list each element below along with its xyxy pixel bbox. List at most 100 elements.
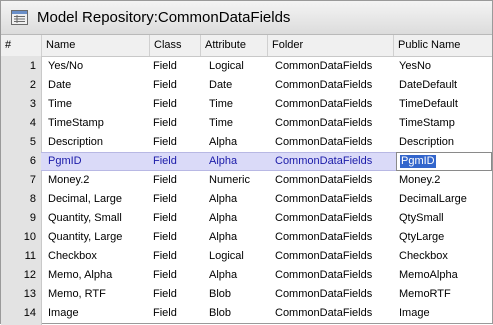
row-number: 13 bbox=[23, 288, 36, 300]
cell-attribute[interactable]: Time bbox=[209, 95, 233, 114]
cell-name[interactable]: Checkbox bbox=[48, 247, 97, 266]
row-number: 8 bbox=[29, 193, 36, 205]
cell-folder[interactable]: CommonDataFields bbox=[275, 228, 372, 247]
cell-public-name[interactable]: DateDefault bbox=[399, 76, 457, 95]
table-row[interactable]: 12 Memo, Alpha Field Alpha CommonDataFields M… bbox=[1, 266, 492, 285]
table-row[interactable]: 13 Memo, RTF Field Blob CommonDataFields Memo… bbox=[1, 285, 492, 304]
cell-folder[interactable]: CommonDataFields bbox=[275, 152, 372, 171]
cell-name[interactable]: Money.2 bbox=[48, 171, 89, 190]
cell-name[interactable]: Date bbox=[48, 76, 71, 95]
cell-class[interactable]: Field bbox=[153, 133, 177, 152]
table-row[interactable]: 4 TimeStamp Field Time CommonDataFields TimeS… bbox=[1, 114, 492, 133]
row-number: 14 bbox=[23, 307, 36, 319]
cell-class[interactable]: Field bbox=[153, 285, 177, 304]
cell-class[interactable]: Field bbox=[153, 228, 177, 247]
cell-name[interactable]: Quantity, Small bbox=[48, 209, 122, 228]
table-row[interactable]: 14 Image Field Blob CommonDataFields Image bbox=[1, 304, 492, 323]
cell-class[interactable]: Field bbox=[153, 114, 177, 133]
cell-class[interactable]: Field bbox=[153, 76, 177, 95]
cell-folder[interactable]: CommonDataFields bbox=[275, 190, 372, 209]
repository-icon bbox=[11, 10, 28, 25]
row-number: 10 bbox=[23, 231, 36, 243]
repository-window: Model Repository:CommonDataFields # Name… bbox=[0, 0, 493, 325]
cell-class[interactable]: Field bbox=[153, 95, 177, 114]
cell-public-name[interactable]: QtySmall bbox=[399, 209, 444, 228]
cell-public-name[interactable]: Money.2 bbox=[399, 171, 440, 190]
cell-attribute[interactable]: Time bbox=[209, 114, 233, 133]
cell-name[interactable]: Decimal, Large bbox=[48, 190, 122, 209]
table-row[interactable]: 11 Checkbox Field Logical CommonDataFields Ch… bbox=[1, 247, 492, 266]
cell-public-name[interactable]: Checkbox bbox=[399, 247, 448, 266]
cell-public-name[interactable]: Image bbox=[399, 304, 430, 323]
cell-name[interactable]: Yes/No bbox=[48, 57, 83, 76]
cell-name[interactable]: Time bbox=[48, 95, 72, 114]
cell-name[interactable]: Quantity, Large bbox=[48, 228, 122, 247]
cell-attribute[interactable]: Logical bbox=[209, 247, 244, 266]
cell-attribute[interactable]: Alpha bbox=[209, 152, 237, 171]
cell-attribute[interactable]: Numeric bbox=[209, 171, 250, 190]
table-row[interactable]: 10 Quantity, Large Field Alpha CommonDataFie… bbox=[1, 228, 492, 247]
cell-public-name[interactable]: MemoRTF bbox=[399, 285, 451, 304]
table-row[interactable]: 2 Date Field Date CommonDataFields DateDefaul… bbox=[1, 76, 492, 95]
cell-public-name[interactable]: TimeStamp bbox=[399, 114, 455, 133]
column-header-name[interactable]: Name bbox=[41, 35, 149, 56]
cell-class[interactable]: Field bbox=[153, 171, 177, 190]
cell-public-name[interactable]: YesNo bbox=[399, 57, 431, 76]
cell-folder[interactable]: CommonDataFields bbox=[275, 76, 372, 95]
column-header-attribute[interactable]: Attribute bbox=[200, 35, 267, 56]
cell-public-name[interactable]: Description bbox=[399, 133, 454, 152]
cell-folder[interactable]: CommonDataFields bbox=[275, 114, 372, 133]
cell-folder[interactable]: CommonDataFields bbox=[275, 171, 372, 190]
cell-attribute[interactable]: Alpha bbox=[209, 266, 237, 285]
row-number: 12 bbox=[23, 269, 36, 281]
column-header-number[interactable]: # bbox=[1, 35, 41, 56]
cell-public-name[interactable]: DecimalLarge bbox=[399, 190, 467, 209]
cell-name[interactable]: PgmID bbox=[48, 152, 82, 171]
cell-class[interactable]: Field bbox=[153, 209, 177, 228]
cell-folder[interactable]: CommonDataFields bbox=[275, 266, 372, 285]
cell-folder[interactable]: CommonDataFields bbox=[275, 304, 372, 323]
cell-name[interactable]: Memo, RTF bbox=[48, 285, 106, 304]
public-name-edit-text: PgmID bbox=[400, 155, 436, 168]
column-header-class[interactable]: Class bbox=[149, 35, 200, 56]
cell-attribute[interactable]: Alpha bbox=[209, 133, 237, 152]
cell-folder[interactable]: CommonDataFields bbox=[275, 57, 372, 76]
table-row[interactable]: 3 Time Field Time CommonDataFields TimeDefaul… bbox=[1, 95, 492, 114]
cell-name[interactable]: Description bbox=[48, 133, 103, 152]
cell-name[interactable]: TimeStamp bbox=[48, 114, 104, 133]
cell-attribute[interactable]: Alpha bbox=[209, 228, 237, 247]
cell-class[interactable]: Field bbox=[153, 57, 177, 76]
cell-public-name[interactable]: MemoAlpha bbox=[399, 266, 458, 285]
cell-name[interactable]: Memo, Alpha bbox=[48, 266, 112, 285]
fields-table-body: 1 Yes/No Field Logical CommonDataFields YesNo… bbox=[1, 57, 492, 323]
table-row[interactable]: 7 Money.2 Field Numeric CommonDataFields Mone… bbox=[1, 171, 492, 190]
cell-attribute[interactable]: Date bbox=[209, 76, 232, 95]
cell-folder[interactable]: CommonDataFields bbox=[275, 247, 372, 266]
cell-public-name[interactable]: TimeDefault bbox=[399, 95, 458, 114]
cell-attribute[interactable]: Alpha bbox=[209, 209, 237, 228]
cell-class[interactable]: Field bbox=[153, 190, 177, 209]
cell-folder[interactable]: CommonDataFields bbox=[275, 209, 372, 228]
table-row[interactable]: 8 Decimal, Large Field Alpha CommonDataField… bbox=[1, 190, 492, 209]
cell-attribute[interactable]: Logical bbox=[209, 57, 244, 76]
table-row[interactable]: 5 Description Field Alpha CommonDataFields De… bbox=[1, 133, 492, 152]
table-row[interactable]: 6 PgmID Field Alpha CommonDataFields PgmID bbox=[1, 152, 492, 171]
column-header-public-name[interactable]: Public Name bbox=[393, 35, 492, 56]
cell-public-name[interactable]: QtyLarge bbox=[399, 228, 444, 247]
row-number: 3 bbox=[29, 98, 36, 110]
cell-folder[interactable]: CommonDataFields bbox=[275, 95, 372, 114]
cell-class[interactable]: Field bbox=[153, 247, 177, 266]
cell-folder[interactable]: CommonDataFields bbox=[275, 133, 372, 152]
cell-class[interactable]: Field bbox=[153, 152, 177, 171]
cell-attribute[interactable]: Blob bbox=[209, 304, 231, 323]
cell-class[interactable]: Field bbox=[153, 304, 177, 323]
table-row[interactable]: 1 Yes/No Field Logical CommonDataFields YesNo bbox=[1, 57, 492, 76]
cell-attribute[interactable]: Alpha bbox=[209, 190, 237, 209]
public-name-edit-field[interactable]: PgmID bbox=[396, 152, 492, 171]
cell-name[interactable]: Image bbox=[48, 304, 79, 323]
cell-attribute[interactable]: Blob bbox=[209, 285, 231, 304]
cell-folder[interactable]: CommonDataFields bbox=[275, 285, 372, 304]
table-row[interactable]: 9 Quantity, Small Field Alpha CommonDataFiel… bbox=[1, 209, 492, 228]
cell-class[interactable]: Field bbox=[153, 266, 177, 285]
column-header-folder[interactable]: Folder bbox=[267, 35, 393, 56]
